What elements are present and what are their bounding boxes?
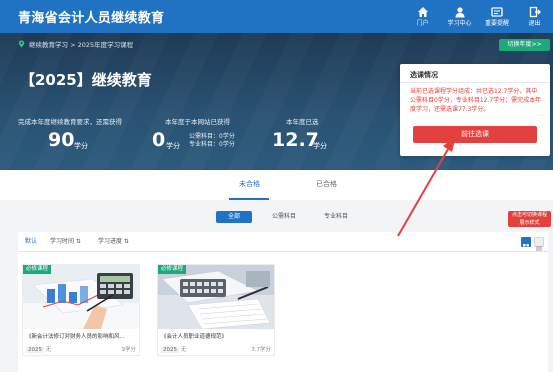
selected-credits-unit: 学分 [313, 142, 327, 150]
obtained-credits-unit: 学分 [166, 142, 180, 150]
annotation-callout: 点击可切换课程 展示样式 [508, 211, 551, 227]
sort-divider [18, 251, 548, 252]
location-pin-icon [18, 40, 25, 48]
course-title[interactable]: 《会计人员职业道德规范》 [161, 333, 273, 341]
nav-item-learning-center[interactable]: 学习中心 [441, 0, 478, 33]
course-meta: 2025 无 [26, 345, 51, 353]
public-subject-credits: 公需科目：0学分 [189, 133, 235, 140]
required-course-badge: 必修课程 [23, 265, 52, 274]
site-logo[interactable]: 青海省会计人员继续教育 [18, 7, 164, 26]
breadcrumb-text[interactable]: 继续教育学习 > 2025年度学习课程 [29, 39, 133, 49]
sort-default[interactable]: 默认 [25, 237, 37, 247]
tab-qualified[interactable]: 已合格 [316, 179, 337, 189]
course-year: 2025 [161, 347, 179, 353]
nav-item-logout[interactable]: 退出 [516, 0, 553, 33]
top-navigation-bar: 青海省会计人员继续教育 门户 学习中心 重要提醒 退出 [0, 0, 553, 33]
course-type: 无 [45, 347, 52, 353]
course-card[interactable]: 必修课程 《新会计法修订对财务人员的影响和风... 2025 无 9学分 [22, 264, 140, 356]
required-credits-label: 完成本年度继续教育要求，还需获得 [18, 118, 122, 126]
course-thumbnail-image [158, 265, 274, 329]
course-type: 无 [180, 347, 187, 353]
status-tabs: 未合格 已合格 [0, 170, 553, 200]
sort-study-time[interactable]: 学习时间 ⇅ [50, 237, 81, 247]
course-thumbnail [23, 265, 139, 329]
tab-unqualified[interactable]: 未合格 [239, 179, 260, 189]
page-title: 【2025】继续教育 [20, 71, 152, 89]
active-tab-indicator [229, 198, 269, 200]
annotation-text: 点击可切换课程 展示样式 [511, 212, 547, 226]
notice-icon [491, 7, 503, 17]
selected-credits-value: 12.7 [272, 129, 319, 151]
course-selection-popup: 选课情况 当前已选课程学分组成：共已选12.7学分，其中公需科目0学分，专业科目… [400, 64, 550, 156]
pill-professional-subjects[interactable]: 专业科目 [316, 211, 356, 223]
popup-description: 当前已选课程学分组成：共已选12.7学分，其中公需科目0学分，专业科目12.7学… [410, 88, 542, 113]
home-icon [417, 7, 428, 17]
pill-public-subjects[interactable]: 公需科目 [264, 211, 304, 223]
course-list-panel: 默认 学习时间 ⇅ 学习进度 ⇅ 必修课程 《新会计法修订对财务人员的影响和风.… [18, 232, 548, 372]
required-course-badge: 必修课程 [158, 265, 187, 274]
go-select-courses-button[interactable]: 前往选课 [413, 126, 537, 143]
professional-subject-credits: 专业科目：0学分 [189, 141, 235, 148]
sort-study-progress[interactable]: 学习进度 ⇅ [98, 237, 129, 247]
list-view-toggle[interactable] [534, 237, 544, 252]
nav-item-portal[interactable]: 门户 [404, 0, 441, 33]
course-thumbnail-image [23, 265, 139, 329]
course-credit: 3.7学分 [251, 347, 271, 353]
course-meta: 2025 无 [161, 345, 186, 353]
course-card[interactable]: 必修课程 《会计人员职业道德规范》 2025 无 3.7学分 [157, 264, 275, 356]
nav-label: 重要提醒 [484, 20, 509, 27]
nav-label: 学习中心 [447, 20, 472, 27]
course-credit: 9学分 [121, 347, 137, 353]
obtained-credits-label: 本年度于本网站已获得 [165, 118, 230, 126]
pill-all[interactable]: 全部 [216, 211, 252, 223]
top-nav: 门户 学习中心 重要提醒 退出 [404, 0, 553, 33]
nav-label: 门户 [416, 20, 429, 27]
switch-year-button[interactable]: 切换年度>> [499, 39, 550, 51]
nav-item-notice[interactable]: 重要提醒 [478, 0, 516, 33]
user-icon [455, 7, 464, 18]
popup-title: 选课情况 [410, 71, 438, 79]
course-thumbnail [158, 265, 274, 329]
required-credits-value: 90 [48, 129, 75, 151]
grid-view-toggle[interactable] [521, 237, 531, 250]
breadcrumb: 继续教育学习 > 2025年度学习课程 [18, 39, 133, 49]
course-title[interactable]: 《新会计法修订对财务人员的影响和风... [26, 333, 138, 341]
selected-credits-label: 本年度已选 [286, 118, 319, 126]
course-year: 2025 [26, 347, 44, 353]
required-credits-unit: 学分 [74, 142, 88, 150]
popup-divider [400, 82, 550, 83]
nav-label: 退出 [528, 20, 541, 27]
logout-icon [529, 6, 541, 18]
obtained-credits-value: 0 [152, 129, 166, 151]
